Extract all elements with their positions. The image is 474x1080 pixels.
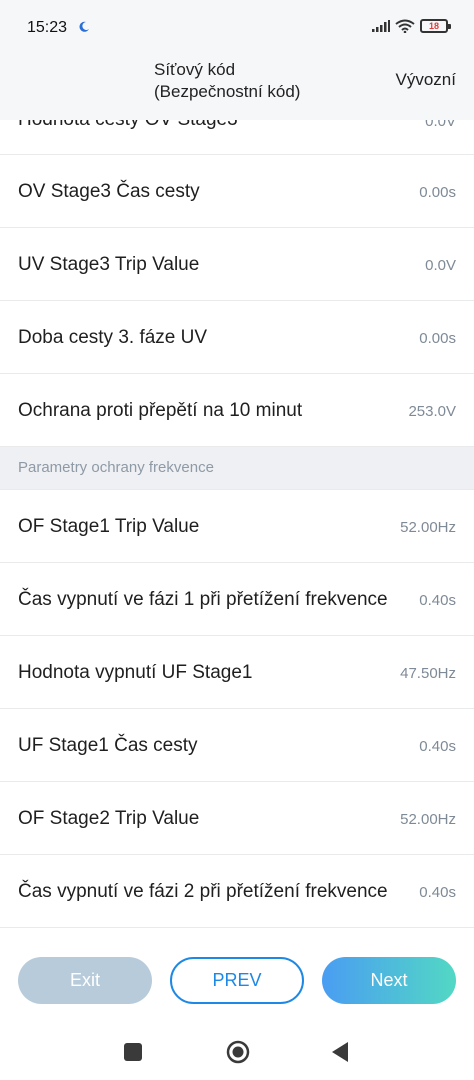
- exit-button[interactable]: Exit: [18, 957, 152, 1004]
- section-title: Parametry ochrany frekvence: [18, 459, 214, 476]
- status-time: 15:23: [27, 19, 68, 36]
- setting-row[interactable]: Čas vypnutí ve fázi 1 při přetížení frek…: [0, 563, 474, 636]
- setting-label: Hodnota cesty OV Stage3: [18, 120, 238, 131]
- next-button[interactable]: Next: [322, 957, 456, 1004]
- setting-row[interactable]: Čas vypnutí ve fázi 2 při přetížení frek…: [0, 855, 474, 928]
- setting-value: 0.40s: [419, 592, 456, 609]
- tab-export[interactable]: Vývozní: [396, 70, 456, 90]
- setting-row[interactable]: Hodnota vypnutí UF Stage1 47.50Hz: [0, 636, 474, 709]
- setting-row[interactable]: UV Stage3 Trip Value 0.0V: [0, 228, 474, 301]
- setting-value: 0.40s: [419, 884, 456, 901]
- wifi-icon: [395, 19, 415, 33]
- setting-row[interactable]: OF Stage2 Trip Value 52.00Hz: [0, 782, 474, 855]
- moon-icon: [79, 21, 89, 32]
- setting-value: 0.00s: [419, 330, 456, 347]
- setting-value: 47.50Hz: [400, 665, 456, 682]
- setting-label: UV Stage3 Trip Value: [18, 254, 200, 275]
- setting-label: OV Stage3 Čas cesty: [18, 181, 200, 202]
- system-nav-bar: [0, 1030, 474, 1080]
- setting-value: 0.00s: [419, 184, 456, 201]
- setting-value: 0.0V: [425, 257, 456, 274]
- signal-icon: [372, 20, 390, 32]
- status-icons: 18: [372, 19, 451, 33]
- setting-value: 52.00Hz: [400, 811, 456, 828]
- setting-label: UF Stage1 Čas cesty: [18, 735, 198, 756]
- recent-apps-icon[interactable]: [124, 1043, 142, 1061]
- setting-value: 0.0V: [425, 120, 456, 130]
- home-icon[interactable]: [226, 1040, 250, 1064]
- settings-list: Hodnota cesty OV Stage3 0.0V OV Stage3 Č…: [0, 120, 474, 928]
- setting-label: Čas vypnutí ve fázi 2 při přetížení frek…: [18, 881, 388, 902]
- section-header: Parametry ochrany frekvence: [0, 447, 474, 490]
- setting-label: Doba cesty 3. fáze UV: [18, 327, 208, 348]
- setting-row[interactable]: OV Stage3 Čas cesty 0.00s: [0, 155, 474, 228]
- setting-row[interactable]: Hodnota cesty OV Stage3 0.0V: [0, 120, 474, 155]
- setting-row[interactable]: Ochrana proti přepětí na 10 minut 253.0V: [0, 374, 474, 447]
- setting-row[interactable]: OF Stage1 Trip Value 52.00Hz: [0, 490, 474, 563]
- setting-label: Čas vypnutí ve fázi 1 při přetížení frek…: [18, 589, 388, 610]
- setting-label: OF Stage1 Trip Value: [18, 516, 200, 537]
- prev-button[interactable]: PREV: [170, 957, 304, 1004]
- battery-level: 18: [428, 20, 439, 31]
- setting-row[interactable]: UF Stage1 Čas cesty 0.40s: [0, 709, 474, 782]
- status-bar: 15:23 18: [0, 0, 474, 56]
- setting-row[interactable]: Doba cesty 3. fáze UV 0.00s: [0, 301, 474, 374]
- action-bar: Exit PREV Next: [0, 940, 474, 1030]
- setting-label: OF Stage2 Trip Value: [18, 808, 200, 829]
- back-icon[interactable]: [330, 1040, 350, 1064]
- setting-value: 253.0V: [408, 403, 456, 420]
- setting-value: 52.00Hz: [400, 519, 456, 536]
- battery-icon: 18: [420, 19, 451, 33]
- tab-header: Síťový kód (Bezpečnostní kód) Vývozní: [0, 56, 474, 120]
- setting-value: 0.40s: [419, 738, 456, 755]
- tab-grid-code[interactable]: Síťový kód (Bezpečnostní kód): [154, 59, 300, 103]
- setting-label: Ochrana proti přepětí na 10 minut: [18, 400, 303, 421]
- setting-label: Hodnota vypnutí UF Stage1: [18, 662, 253, 683]
